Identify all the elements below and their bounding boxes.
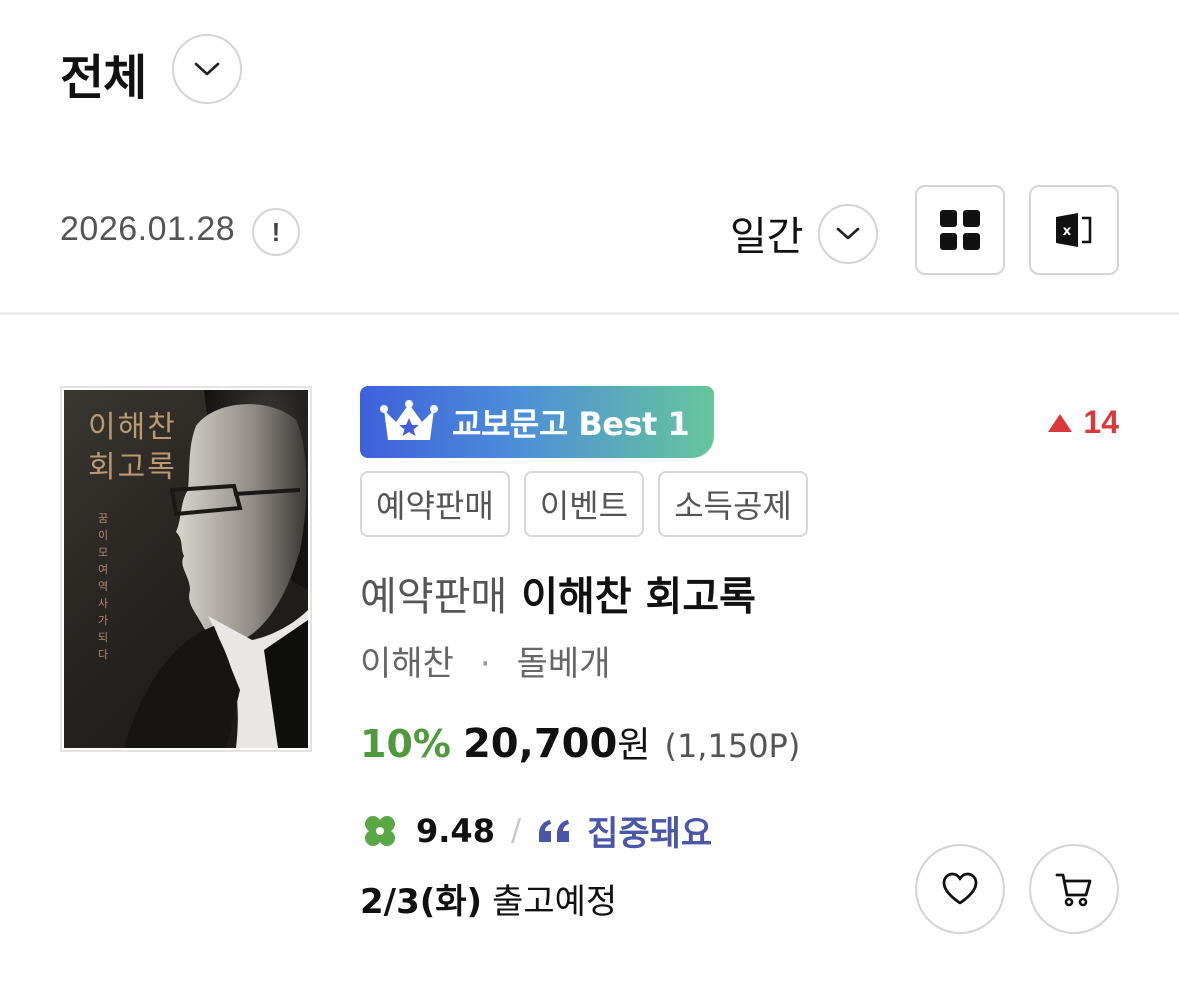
quote-icon [539,819,570,842]
cart-button[interactable] [1029,844,1119,934]
reward-points: (1,150P) [664,727,801,765]
ship-label: 출고예정 [492,882,618,922]
rank-change: 14 [1047,404,1119,441]
grid-icon [940,210,980,250]
header-divider [0,312,1179,315]
shipping-info: 2/3(화) 출고예정 [360,874,617,923]
svg-text:x: x [1063,224,1072,239]
separator-dot: · [479,644,491,684]
clover-icon [365,815,395,846]
book-title: 이해찬 회고록 [521,574,756,620]
sale-price: 20,700 [462,721,618,767]
tag-tax-deduction: 소득공제 [658,471,808,537]
rating-separator: / [510,813,522,848]
wishlist-button[interactable] [915,844,1005,934]
tag-event: 이벤트 [523,471,645,537]
rank-change-value: 14 [1083,404,1119,440]
ship-date: 2/3(화) [360,882,483,922]
info-button[interactable]: ! [252,208,300,256]
book-cover[interactable]: 이해찬 회고록 꿈이모여역사가되다 [60,386,312,752]
discount-rate: 10% [360,722,451,766]
info-icon: ! [271,216,281,247]
chevron-down-icon [194,62,220,76]
currency-unit: 원 [617,725,651,766]
publisher-name[interactable]: 돌베개 [517,644,611,684]
ranking-date: 2026.01.28 [60,210,236,248]
book-cover-image: 이해찬 회고록 꿈이모여역사가되다 [64,390,308,748]
crown-icon [380,400,438,440]
review-keyword: 집중돼요 [587,814,713,854]
category-dropdown-button[interactable] [172,34,242,104]
excel-download-button[interactable]: x [1029,185,1119,275]
tag-preorder: 예약판매 [360,471,510,537]
book-title-link[interactable]: 예약판매 이해찬 회고록 [360,564,756,622]
cover-title: 이해찬 회고록 [88,410,177,485]
excel-icon: x [1056,213,1092,247]
bestseller-page: 전체 2026.01.28 ! 일간 x 이해찬 회고록 꿈이모여역사가되다 교… [0,0,1179,984]
period-dropdown-button[interactable] [818,204,878,264]
rating-score: 9.48 [416,811,495,850]
grid-view-button[interactable] [915,185,1005,275]
chevron-down-icon [836,227,860,240]
rank-badge: 교보문고 Best 1 [360,386,714,458]
tag-list: 예약판매 이벤트 소득공제 [360,471,808,537]
heart-icon [942,872,978,905]
rating-review[interactable]: 9.48 / 집중돼요 [362,806,712,855]
category-title: 전체 [60,50,147,106]
cover-subtitle: 꿈이모여역사가되다 [98,512,109,661]
author-name[interactable]: 이해찬 [360,644,454,684]
author-publisher: 이해찬 · 돌베개 [360,636,611,685]
title-prefix: 예약판매 [360,574,508,620]
cart-icon [1055,873,1092,907]
rank-badge-label: 교보문고 Best 1 [452,405,690,443]
triangle-up-icon [1048,413,1073,432]
price-info: 10% 20,700원 (1,150P) [360,716,800,768]
period-label[interactable]: 일간 [730,204,804,262]
